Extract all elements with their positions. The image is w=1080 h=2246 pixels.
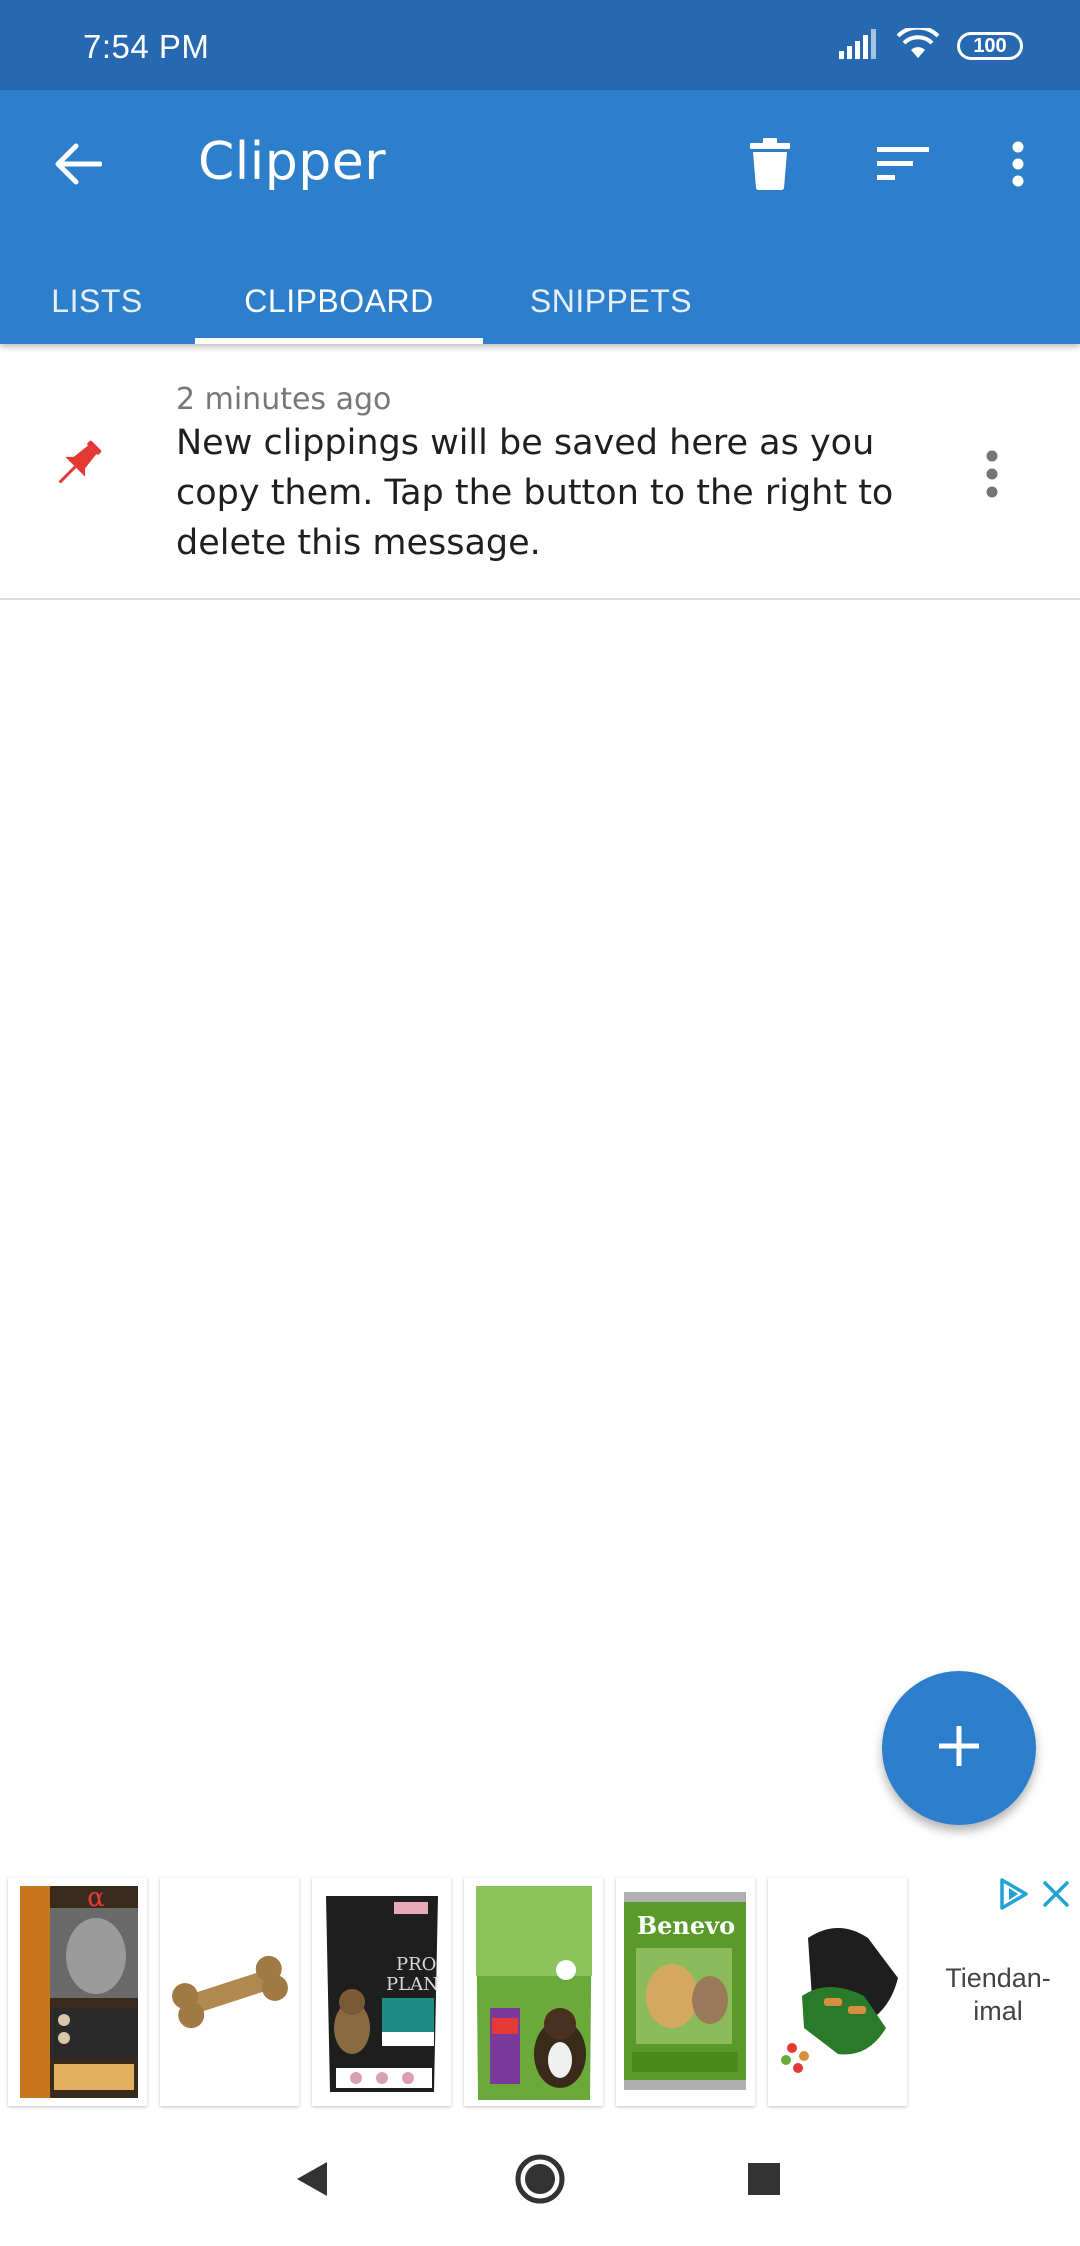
battery-indicator: 100 [957, 32, 1023, 60]
ad-product-pro-plan[interactable]: PRO PLAN [312, 1878, 451, 2106]
svg-text:Benevo: Benevo [637, 1911, 735, 1940]
ad-product-waffle-maker[interactable] [768, 1878, 907, 2106]
nav-recents-button[interactable] [719, 2136, 809, 2226]
status-icons: 100 [839, 25, 1023, 66]
app-bar: Clipper LISTS CLIPBOARD SNIPPETS [0, 90, 1080, 344]
ad-product-friskies[interactable] [464, 1878, 603, 2106]
ad-product-dog-food-box[interactable]: α [8, 1878, 147, 2106]
svg-text:PLAN: PLAN [386, 1974, 439, 1995]
ad-product-benevo[interactable]: Benevo [616, 1878, 755, 2106]
waffle-maker-image [781, 1928, 898, 2073]
recents-square-icon [747, 2162, 781, 2200]
system-nav-bar [0, 2116, 1080, 2246]
signal-icon [839, 29, 879, 63]
delete-all-button[interactable] [722, 118, 818, 214]
tab-bar: LISTS CLIPBOARD SNIPPETS [0, 258, 1080, 344]
home-circle-icon [514, 2153, 566, 2209]
status-time: 7:54 PM [83, 28, 210, 65]
svg-text:PRO: PRO [396, 1954, 436, 1975]
clip-options-button[interactable] [960, 440, 1024, 512]
close-icon[interactable] [1040, 1878, 1072, 1910]
back-triangle-icon [295, 2160, 329, 2202]
svg-text:α: α [87, 1883, 105, 1913]
trash-icon [750, 138, 790, 194]
sort-icon [877, 145, 929, 187]
nav-back-button[interactable] [267, 2136, 357, 2226]
ad-advertiser-name[interactable]: Tiendan- imal [928, 1962, 1068, 2028]
back-button[interactable] [30, 118, 126, 214]
pro-plan-puppy-bag-image: PRO PLAN [326, 1896, 439, 2092]
tab-lists[interactable]: LISTS [26, 258, 168, 344]
overflow-menu-button[interactable] [970, 118, 1066, 214]
friskies-maxi-bag-image [476, 1886, 592, 2100]
nav-home-button[interactable] [495, 2136, 585, 2226]
benevo-can-image: Benevo [624, 1892, 746, 2090]
clip-text: New clippings will be saved here as you … [176, 423, 894, 563]
status-bar: 7:54 PM 100 [0, 0, 1080, 90]
pin-icon [48, 434, 108, 494]
dog-food-box-image: α [20, 1883, 138, 2098]
app-title: Clipper [198, 132, 387, 192]
clip-timestamp: 2 minutes ago [176, 382, 392, 417]
plus-icon [937, 1724, 981, 1772]
ad-product-chew-bone[interactable] [160, 1878, 299, 2106]
tab-snippets[interactable]: SNIPPETS [510, 258, 712, 344]
clip-item[interactable]: 2 minutes ago New clippings will be save… [0, 344, 1080, 600]
more-vert-icon [985, 450, 999, 502]
tab-clipboard[interactable]: CLIPBOARD [195, 258, 483, 344]
more-vert-icon [1011, 141, 1025, 191]
ad-banner[interactable]: α PRO PLAN Benevo Tiendan- imal [0, 1868, 1080, 2116]
wifi-icon [896, 25, 940, 64]
add-clip-button[interactable] [882, 1671, 1036, 1825]
chew-bone-image [172, 1955, 288, 2029]
adchoices-icon[interactable] [996, 1876, 1032, 1912]
arrow-back-icon [54, 142, 103, 190]
sort-button[interactable] [855, 118, 951, 214]
